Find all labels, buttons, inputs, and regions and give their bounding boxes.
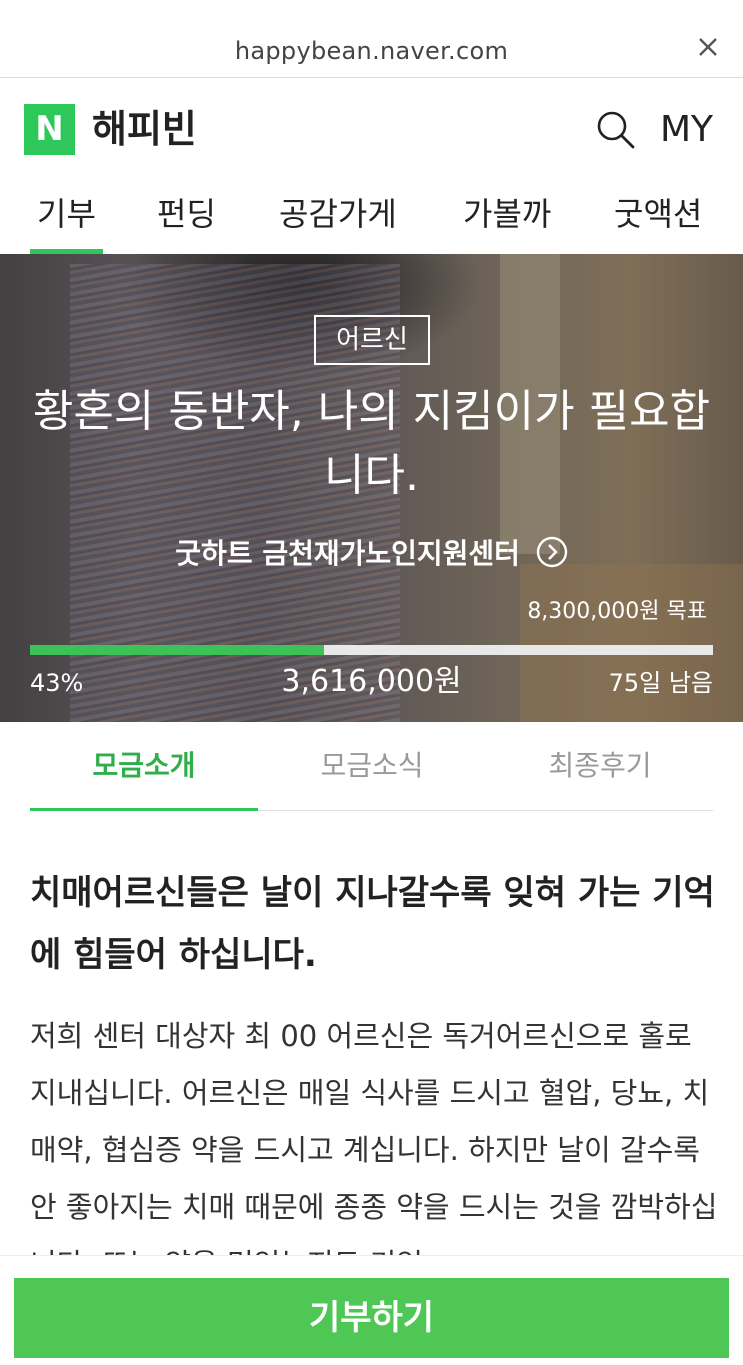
url-text[interactable]: happybean.naver.com [0,34,743,68]
tab-news[interactable]: 모금소식 [258,746,486,786]
donate-button[interactable]: 기부하기 [14,1278,729,1358]
browser-url-bar: happybean.naver.com [0,0,743,78]
close-icon[interactable] [695,34,721,60]
progress-fill [30,645,324,655]
nav-tab-empathy-store[interactable]: 공감가게 [279,192,397,236]
search-icon[interactable] [596,110,636,150]
goal-amount: 8,300,000원 목표 [527,599,707,624]
brand-name[interactable]: 해피빈 [92,106,197,152]
campaign-title: 황혼의 동반자, 나의 지킴이가 필요합니다. [32,386,711,501]
campaign-article: 치매어르신들은 날이 지나갈수록 잊혀 가는 기억에 힘들어 하십니다. 저희 … [30,862,720,1293]
organization-link[interactable]: 굿하트 금천재가노인지원센터 [0,534,743,574]
article-headline: 치매어르신들은 날이 지나갈수록 잊혀 가는 기억에 힘들어 하십니다. [30,873,715,975]
days-left: 75일 남음 [608,669,713,697]
main-nav: 기부 펀딩 공감가게 가볼까 굿액션 [0,178,743,254]
naver-logo-icon[interactable]: N [24,104,75,155]
article-body: 저희 센터 대상자 최 00 어르신은 독거어르신으로 홀로 지내십니다. 어르… [30,1019,718,1281]
subtab-active-indicator [30,808,258,811]
nav-tab-good-action[interactable]: 굿액션 [614,192,702,236]
content-tabs: 모금소개 모금소식 최종후기 [30,722,713,811]
nav-tab-donate[interactable]: 기부 [37,192,96,236]
tab-final-review[interactable]: 최종후기 [486,746,714,786]
my-button[interactable]: MY [660,108,713,152]
chevron-right-circle-icon [536,536,567,568]
tab-intro[interactable]: 모금소개 [30,746,258,786]
organization-name: 굿하트 금천재가노인지원센터 [175,537,520,570]
category-badge: 어르신 [314,315,430,365]
progress-bar [30,645,713,655]
site-header: N 해피빈 MY [0,78,743,178]
nav-tab-funding[interactable]: 펀딩 [157,192,216,236]
nav-tab-shall-we-go[interactable]: 가볼까 [463,192,551,236]
